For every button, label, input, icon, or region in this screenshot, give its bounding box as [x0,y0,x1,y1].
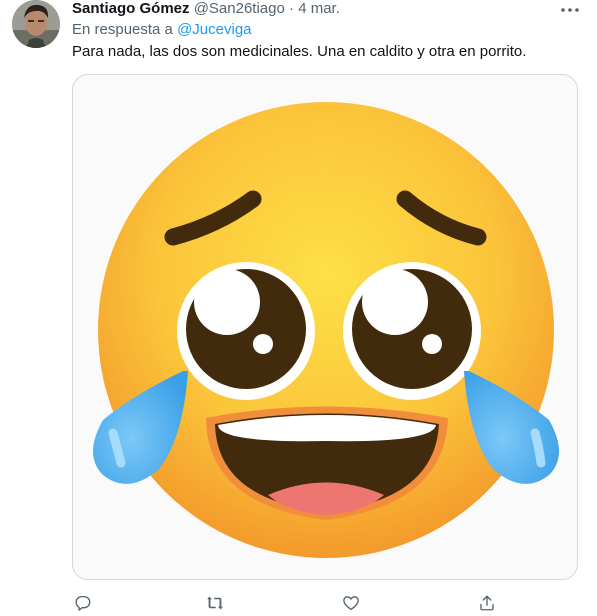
tweet-text: Para nada, las dos son medicinales. Una … [72,43,527,60]
more-options-button[interactable] [558,1,582,19]
face-holding-back-tears-laughing-icon [93,102,559,558]
author-handle[interactable]: @San26tiago [194,0,285,17]
tweet-time[interactable]: 4 mar. [298,0,340,17]
separator-dot: · [289,0,295,17]
tweet-actions [72,592,578,614]
tweet: Santiago Gómez @San26tiago · 4 mar. En r… [0,0,597,616]
share-button[interactable] [476,592,498,614]
reply-context: En respuesta a @Juceviga [72,21,252,39]
like-button[interactable] [340,592,362,614]
share-icon [480,595,494,611]
heart-icon [343,596,359,611]
author-name[interactable]: Santiago Gómez [72,0,190,17]
avatar[interactable] [12,0,60,48]
tweet-media[interactable] [72,74,578,580]
avatar-image [12,0,60,48]
retweet-button[interactable] [204,592,226,614]
reply-mention-link[interactable]: @Juceviga [177,21,251,38]
more-icon [561,8,579,12]
reply-icon [75,595,91,611]
retweet-icon [207,596,223,610]
reply-prefix: En respuesta a [72,21,173,38]
tweet-header: Santiago Gómez @San26tiago · 4 mar. [72,0,340,18]
reply-button[interactable] [72,592,94,614]
